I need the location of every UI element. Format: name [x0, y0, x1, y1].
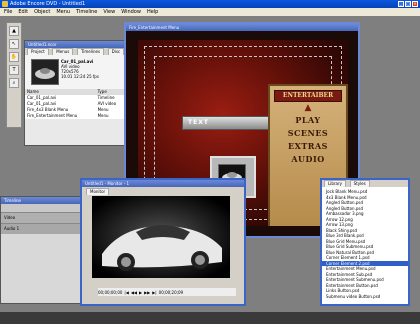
- monitor-title: Untitled1 - Monitor - 1: [82, 180, 244, 187]
- project-panel-title: Untitled1.ncor: [25, 41, 125, 48]
- track-audio-1[interactable]: Audio 1: [1, 223, 85, 234]
- menu-menu[interactable]: Menu: [56, 8, 70, 16]
- maximize-button[interactable]: □: [405, 1, 411, 7]
- tab-timelines[interactable]: Timelines: [76, 48, 105, 55]
- track-video[interactable]: Video: [1, 212, 85, 223]
- tab-styles[interactable]: Styles: [349, 180, 370, 187]
- table-row[interactable]: Fire_Entertainment Menu Menu: [25, 113, 125, 119]
- tab-disc[interactable]: Disc: [107, 48, 125, 55]
- menu-item-audio[interactable]: AUDIO: [270, 153, 346, 166]
- car-thumbnail-icon: [35, 68, 55, 79]
- app-titlebar: Adobe Encore DVD - Untitled1 _ □ ×: [0, 0, 420, 8]
- menu-window[interactable]: Window: [121, 8, 141, 16]
- app-title: Adobe Encore DVD - Untitled1: [10, 1, 86, 7]
- fast-forward-icon[interactable]: ▶▶: [144, 290, 150, 295]
- text-tool-icon[interactable]: T: [9, 65, 19, 75]
- timeline-panel: Timeline Video Audio 1: [0, 196, 86, 304]
- tab-monitor[interactable]: Monitor: [86, 188, 110, 195]
- car-video-frame: [92, 196, 230, 278]
- row-name: Fire_Entertainment Menu: [27, 113, 78, 118]
- hand-tool-icon[interactable]: ✋: [9, 52, 19, 62]
- project-table: Name Type Car_01_pal.avi Timeline Car_01…: [25, 89, 125, 119]
- card-ornament-icon: ▲: [304, 103, 312, 113]
- go-to-end-icon[interactable]: ▶|: [152, 290, 156, 295]
- menu-item-scenes[interactable]: SCENES: [270, 127, 346, 140]
- toolbox: ▲ ↖ ✋ T ⌕: [6, 22, 22, 128]
- menu-timeline[interactable]: Timeline: [76, 8, 97, 16]
- menubar: File Edit Object Menu Timeline View Wind…: [0, 8, 420, 16]
- menu-item-play[interactable]: PLAY: [270, 114, 346, 127]
- menu-edit[interactable]: Edit: [18, 8, 28, 16]
- go-to-start-icon[interactable]: |◀: [124, 290, 128, 295]
- list-item[interactable]: Submenu video Button.psd: [322, 294, 408, 300]
- selection-tool-icon[interactable]: ▲: [9, 26, 19, 36]
- tab-menus[interactable]: Menus: [52, 48, 74, 55]
- direct-select-tool-icon[interactable]: ↖: [9, 39, 19, 49]
- row-type: Menu: [97, 113, 109, 118]
- track-audio-label: Audio 1: [4, 226, 20, 231]
- track-video-label: Video: [4, 215, 16, 220]
- timecode-current: 00;00;00;00: [98, 289, 123, 295]
- timeline-title: Timeline: [1, 197, 85, 204]
- tab-library[interactable]: Library: [324, 180, 346, 187]
- project-panel: Untitled1.ncor Project Menus Timelines D…: [24, 40, 126, 146]
- minimize-button[interactable]: _: [398, 1, 404, 7]
- play-icon[interactable]: ▶: [139, 290, 142, 295]
- timecode-duration: 00;00;20;09: [158, 289, 184, 295]
- menu-file[interactable]: File: [4, 8, 12, 16]
- video-preview: [92, 196, 230, 278]
- window-controls: _ □ ×: [398, 1, 418, 7]
- library-list: Jock Blank Menu.psd 4x3 Blank Menu.psd A…: [322, 187, 408, 299]
- preview-date: 10.01 12:24 25 fps: [61, 74, 99, 79]
- zoom-tool-icon[interactable]: ⌕: [9, 78, 19, 88]
- playback-controls: 00;00;00;00 |◀ ◀◀ ▶ ▶▶ ▶| 00;00;20;09: [98, 288, 236, 296]
- monitor-window: Untitled1 - Monitor - 1 Monitor 00;00;00…: [80, 178, 246, 306]
- taskbar: [0, 312, 420, 324]
- rewind-icon[interactable]: ◀◀: [131, 290, 137, 295]
- library-panel: Library Styles Jock Blank Menu.psd 4x3 B…: [320, 178, 410, 306]
- menu-view[interactable]: View: [103, 8, 115, 16]
- menu-help[interactable]: Help: [147, 8, 158, 16]
- menu-editor-title: Fire_Entertainment Menu: [126, 24, 358, 31]
- preview-thumbnail: [31, 59, 59, 85]
- app-icon: [2, 1, 8, 7]
- close-button[interactable]: ×: [412, 1, 418, 7]
- tab-project[interactable]: Project: [27, 48, 49, 55]
- menu-item-extras[interactable]: EXTRAS: [270, 140, 346, 153]
- card-title: ENTERTAIBER: [274, 90, 342, 102]
- text-button[interactable]: TEXT: [182, 116, 281, 130]
- menu-object[interactable]: Object: [34, 8, 50, 16]
